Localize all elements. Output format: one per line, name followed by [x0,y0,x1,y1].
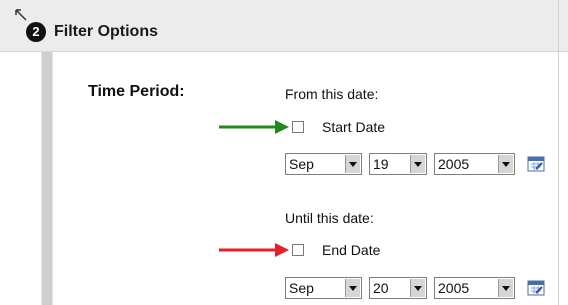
start-month-select[interactable]: Sep [285,153,362,175]
start-year-select[interactable]: 2005 [434,153,515,175]
chevron-down-icon[interactable] [345,279,360,297]
start-date-label: Start Date [322,119,386,135]
time-period-label: Time Period: [88,83,185,100]
start-date-checkbox[interactable] [292,121,304,133]
until-date-caption: Until this date: [285,210,374,226]
chevron-down-icon[interactable] [410,155,425,173]
start-month-value: Sep [289,156,314,172]
corner-arrow-icon [15,9,27,21]
section-header: 2 Filter Options [0,0,568,52]
start-day-select[interactable]: 19 [369,153,427,175]
chevron-down-icon[interactable] [410,279,425,297]
end-year-value: 2005 [438,280,470,296]
calendar-icon[interactable] [527,280,545,296]
green-pointer-arrow-icon [219,120,289,134]
end-date-checkbox[interactable] [292,244,304,256]
end-date-label: End Date [322,242,381,258]
end-month-select[interactable]: Sep [285,277,362,299]
end-year-select[interactable]: 2005 [434,277,515,299]
chevron-down-icon[interactable] [498,155,513,173]
end-day-value: 20 [373,280,389,296]
red-pointer-arrow-icon [219,243,289,257]
end-day-select[interactable]: 20 [369,277,427,299]
section-title: Filter Options [54,23,158,40]
right-border [558,0,559,305]
start-day-value: 19 [373,156,389,172]
start-year-value: 2005 [438,156,470,172]
chevron-down-icon[interactable] [345,155,360,173]
filter-options-panel: 2 Filter Options Time Period: From this … [0,0,568,305]
chevron-down-icon[interactable] [498,279,513,297]
step-number-badge: 2 [26,22,46,42]
left-gutter-bar [41,52,53,305]
end-month-value: Sep [289,280,314,296]
from-date-caption: From this date: [285,86,379,102]
calendar-icon[interactable] [527,156,545,172]
